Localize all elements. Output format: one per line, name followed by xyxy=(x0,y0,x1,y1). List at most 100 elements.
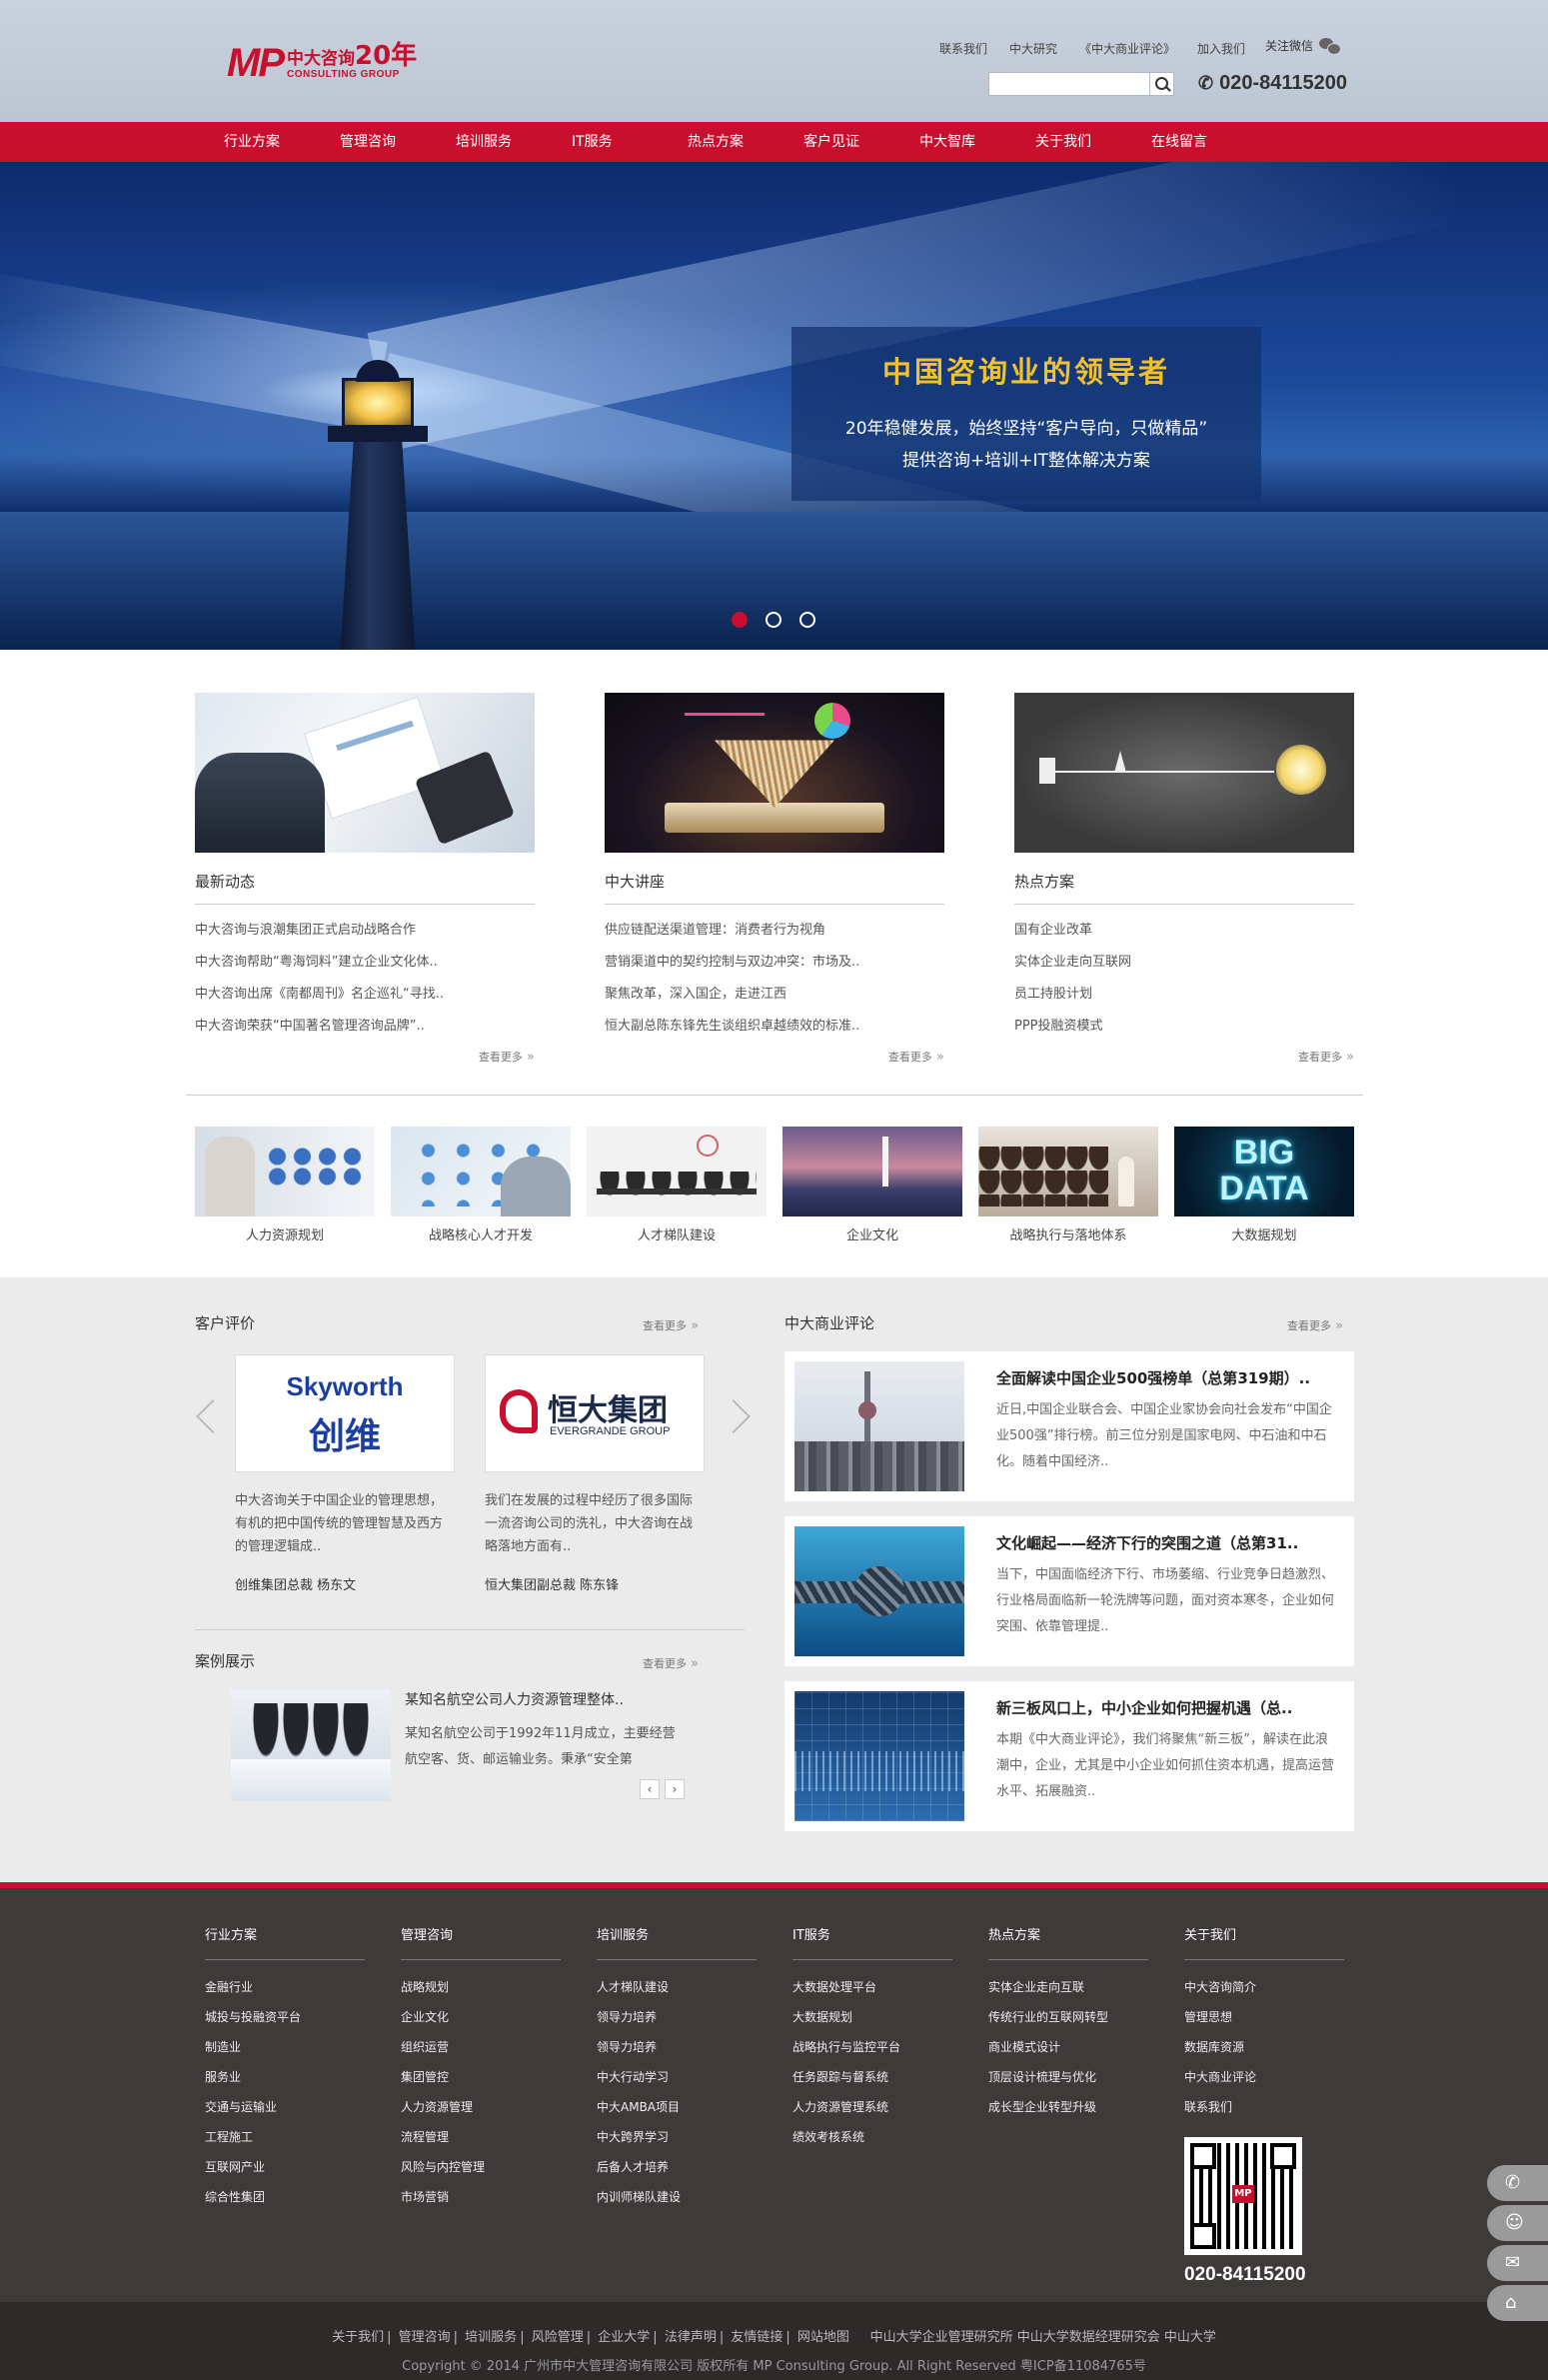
footer-link[interactable]: 领导力培养 xyxy=(597,2032,757,2062)
footer-link[interactable]: 任务跟踪与督系统 xyxy=(792,2062,952,2092)
nav-item-hot[interactable]: 热点方案 xyxy=(688,122,803,162)
footer-link[interactable]: 实体企业走向互联 xyxy=(988,1972,1148,2002)
thumb-card[interactable]: 企业文化 xyxy=(782,1127,962,1243)
clients-prev-icon[interactable] xyxy=(195,1394,215,1434)
footer-link[interactable]: 中大跨界学习 xyxy=(597,2122,757,2152)
bottom-link[interactable]: 培训服务 xyxy=(465,2330,517,2345)
lecture-item[interactable]: 营销渠道中的契约控制与双边冲突：市场及.. xyxy=(605,947,944,979)
footer-link[interactable]: 制造业 xyxy=(205,2032,365,2062)
bottom-link[interactable]: 企业大学 xyxy=(598,2330,650,2345)
bottom-link[interactable]: 管理咨询 xyxy=(399,2330,451,2345)
phone-icon[interactable]: ✆ xyxy=(1487,2165,1548,2201)
footer-link[interactable]: 市场营销 xyxy=(401,2182,561,2212)
footer-link[interactable]: 交通与运输业 xyxy=(205,2092,365,2122)
bottom-link[interactable]: 风险管理 xyxy=(532,2330,584,2345)
bottom-link[interactable]: 中山大学企业管理研究所 xyxy=(870,2330,1013,2345)
footer-link[interactable]: 战略执行与监控平台 xyxy=(792,2032,952,2062)
footer-link[interactable]: 战略规划 xyxy=(401,1972,561,2002)
thumb-card[interactable]: 人力资源规划 xyxy=(195,1127,375,1243)
bottom-link[interactable]: 友情链接 xyxy=(731,2330,782,2345)
footer-link[interactable]: 内训师梯队建设 xyxy=(597,2182,757,2212)
bottom-link[interactable]: 网站地图 xyxy=(797,2330,849,2345)
footer-link[interactable]: 互联网产业 xyxy=(205,2152,365,2182)
hero-banner[interactable]: 中国咨询业的领导者 20年稳健发展，始终坚持“客户导向，只做精品” 提供咨询+培… xyxy=(0,162,1548,650)
case-prev-button[interactable]: ‹ xyxy=(640,1779,660,1799)
news-image[interactable] xyxy=(195,693,535,853)
nav-item-consulting[interactable]: 管理咨询 xyxy=(340,122,456,162)
hot-image[interactable] xyxy=(1014,693,1354,853)
nav-item-clients[interactable]: 客户见证 xyxy=(803,122,919,162)
hot-item[interactable]: 国有企业改革 xyxy=(1014,915,1354,947)
review-card[interactable]: 新三板风口上，中小企业如何把握机遇（总.. 本期《中大商业评论》，我们将聚焦“新… xyxy=(784,1681,1354,1831)
footer-link[interactable]: 集团管控 xyxy=(401,2062,561,2092)
footer-link[interactable]: 大数据规划 xyxy=(792,2002,952,2032)
case-title[interactable]: 某知名航空公司人力资源管理整体.. xyxy=(405,1689,624,1709)
reviews-more-link[interactable]: 查看更多 xyxy=(1287,1317,1343,1333)
news-more-link[interactable]: 查看更多 xyxy=(479,1049,535,1065)
footer-link[interactable]: 中大行动学习 xyxy=(597,2062,757,2092)
lecture-more-link[interactable]: 查看更多 xyxy=(888,1049,944,1065)
clients-more-link[interactable]: 查看更多 xyxy=(643,1317,699,1333)
nav-item-message[interactable]: 在线留言 xyxy=(1151,122,1267,162)
footer-link[interactable]: 中大商业评论 xyxy=(1184,2062,1344,2092)
footer-link[interactable]: 中大咨询简介 xyxy=(1184,1972,1344,2002)
hot-item[interactable]: PPP投融资模式 xyxy=(1014,1011,1354,1043)
footer-link[interactable]: 管理思想 xyxy=(1184,2002,1344,2032)
qq-icon[interactable]: ☺ xyxy=(1487,2205,1548,2241)
carousel-dot-3[interactable] xyxy=(799,612,815,628)
footer-link[interactable]: 联系我们 xyxy=(1184,2092,1344,2122)
toplink-contact[interactable]: 联系我们 xyxy=(939,40,987,57)
footer-link[interactable]: 流程管理 xyxy=(401,2122,561,2152)
bottom-link[interactable]: 中山大学 xyxy=(1164,2330,1216,2345)
news-item[interactable]: 中大咨询与浪潮集团正式启动战略合作 xyxy=(195,915,535,947)
footer-link[interactable]: 金融行业 xyxy=(205,1972,365,2002)
client-logo-skyworth[interactable]: Skyworth 创维 xyxy=(235,1354,455,1472)
review-card[interactable]: 全面解读中国企业500强榜单（总第319期）.. 近日,中国企业联合会、中国企业… xyxy=(784,1351,1354,1501)
case-next-button[interactable]: › xyxy=(665,1779,685,1799)
footer-link[interactable]: 工程施工 xyxy=(205,2122,365,2152)
case-image[interactable] xyxy=(231,1689,391,1801)
cases-more-link[interactable]: 查看更多 xyxy=(643,1655,699,1671)
bottom-link[interactable]: 法律声明 xyxy=(665,2330,717,2345)
bottom-link[interactable]: 关于我们 xyxy=(332,2330,384,2345)
footer-link[interactable]: 人力资源管理 xyxy=(401,2092,561,2122)
footer-link[interactable]: 城投与投融资平台 xyxy=(205,2002,365,2032)
news-item[interactable]: 中大咨询帮助“粤海饲料”建立企业文化体.. xyxy=(195,947,535,979)
wechat-follow[interactable]: 关注微信 xyxy=(1265,37,1342,55)
search-icon[interactable] xyxy=(1150,72,1174,96)
client-logo-evergrande[interactable]: 恒大集团 EVERGRANDE GROUP xyxy=(485,1354,705,1472)
footer-link[interactable]: 大数据处理平台 xyxy=(792,1972,952,2002)
news-item[interactable]: 中大咨询出席《南都周刊》名企巡礼“寻找.. xyxy=(195,979,535,1011)
review-card[interactable]: 文化崛起——经济下行的突围之道（总第31.. 当下，中国面临经济下行、市场萎缩、… xyxy=(784,1516,1354,1666)
toplink-research[interactable]: 中大研究 xyxy=(1009,40,1057,57)
search-input[interactable] xyxy=(988,72,1150,96)
message-icon[interactable]: ✉ xyxy=(1487,2245,1548,2281)
toplink-review[interactable]: 《中大商业评论》 xyxy=(1079,40,1175,57)
carousel-dot-2[interactable] xyxy=(766,612,781,628)
toplink-join[interactable]: 加入我们 xyxy=(1197,40,1245,57)
home-icon[interactable]: ⌂ xyxy=(1487,2285,1548,2321)
hot-item[interactable]: 员工持股计划 xyxy=(1014,979,1354,1011)
footer-link[interactable]: 数据库资源 xyxy=(1184,2032,1344,2062)
footer-link[interactable]: 组织运营 xyxy=(401,2032,561,2062)
footer-link[interactable]: 企业文化 xyxy=(401,2002,561,2032)
footer-link[interactable]: 成长型企业转型升级 xyxy=(988,2092,1148,2122)
site-logo[interactable]: MP 中大咨询20年 CONSULTING GROUP xyxy=(227,43,417,83)
footer-link[interactable]: 风险与内控管理 xyxy=(401,2152,561,2182)
footer-link[interactable]: 商业模式设计 xyxy=(988,2032,1148,2062)
nav-item-it[interactable]: IT服务 xyxy=(572,122,688,162)
footer-link[interactable]: 绩效考核系统 xyxy=(792,2122,952,2152)
lecture-item[interactable]: 供应链配送渠道管理：消费者行为视角 xyxy=(605,915,944,947)
footer-link[interactable]: 人才梯队建设 xyxy=(597,1972,757,2002)
thumb-card[interactable]: 战略核心人才开发 xyxy=(391,1127,571,1243)
clients-next-icon[interactable] xyxy=(728,1394,748,1434)
thumb-card[interactable]: BIG DATA 大数据规划 xyxy=(1174,1127,1354,1243)
footer-link[interactable]: 传统行业的互联网转型 xyxy=(988,2002,1148,2032)
lecture-image[interactable] xyxy=(605,693,944,853)
footer-link[interactable]: 服务业 xyxy=(205,2062,365,2092)
bottom-link[interactable]: 中山大学数据经理研究会 xyxy=(1017,2330,1160,2345)
footer-link[interactable]: 顶层设计梳理与优化 xyxy=(988,2062,1148,2092)
footer-link[interactable]: 领导力培养 xyxy=(597,2002,757,2032)
nav-item-about[interactable]: 关于我们 xyxy=(1035,122,1151,162)
carousel-dot-1[interactable] xyxy=(732,612,748,628)
